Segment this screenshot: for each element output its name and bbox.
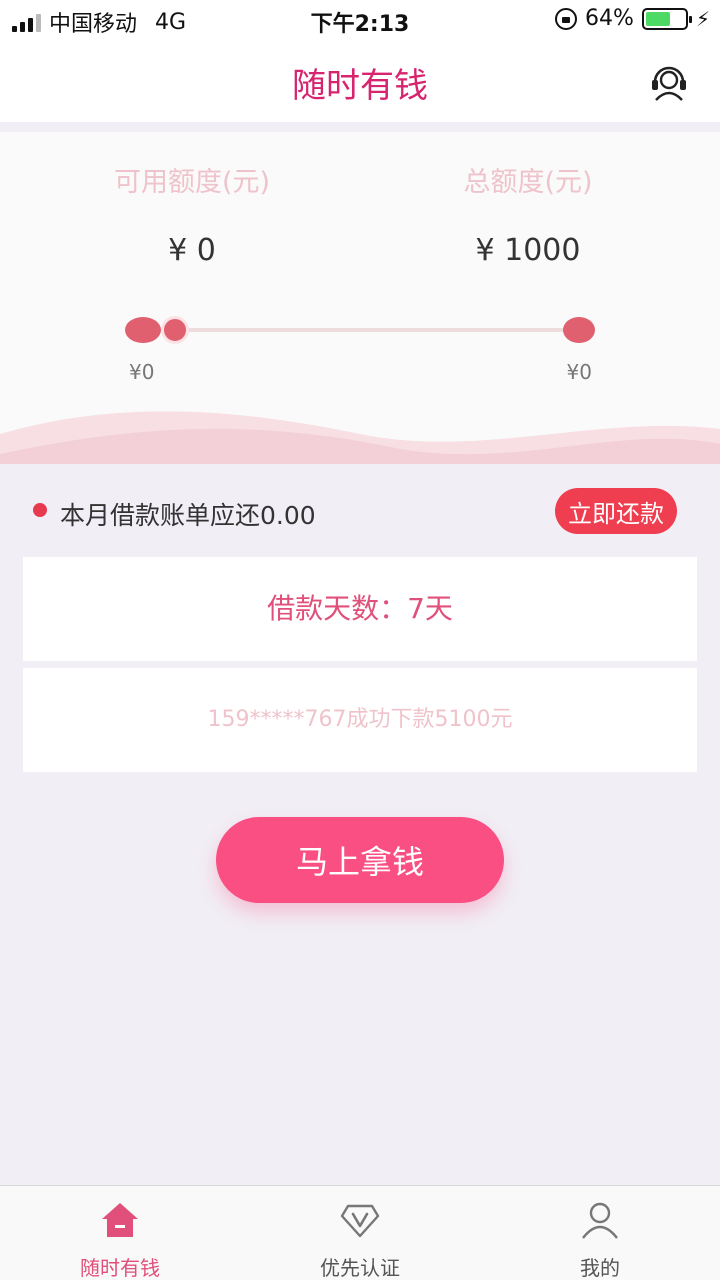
charging-icon: ⚡ [695,6,710,31]
home-icon [102,1203,138,1237]
slider-max-marker [563,317,595,343]
app-header: 随时有钱 [0,40,720,122]
tab-bar: 随时有钱 优先认证 我的 [0,1185,720,1280]
slider-max-label: ¥0 [566,360,592,384]
quota-card: 可用额度(元) ¥ 0 总额度(元) ¥ 1000 ¥0 ¥0 [0,132,720,464]
tab-home[interactable]: 随时有钱 [0,1186,240,1280]
tab-mine[interactable]: 我的 [480,1186,720,1280]
page-title: 随时有钱 [292,66,428,106]
customer-service-icon[interactable] [648,60,690,102]
loan-success-notice: 159*****767成功下款5100元 [23,668,697,772]
repay-now-button[interactable]: 立即还款 [555,488,677,534]
quota-slider[interactable] [125,316,595,346]
rotation-lock-icon [555,7,578,30]
total-quota-label: 总额度(元) [463,167,593,198]
tab-home-label: 随时有钱 [80,1256,160,1280]
bill-dot-icon [33,503,47,517]
total-quota-value: ¥ 1000 [475,233,581,268]
total-quota: 总额度(元) ¥ 1000 [378,160,678,268]
available-quota: 可用额度(元) ¥ 0 [42,160,342,268]
tab-verification-label: 优先认证 [320,1256,400,1280]
tab-mine-label: 我的 [580,1256,620,1280]
status-bar: 中国移动 4G 下午2:13 64% ⚡ [0,0,720,40]
get-money-button[interactable]: 马上拿钱 [216,817,504,903]
available-quota-value: ¥ 0 [168,233,216,268]
battery-percent: 64% [585,6,634,31]
decorative-waves [0,411,720,464]
battery-icon [641,7,692,30]
bill-text: 本月借款账单应还0.00 [60,501,316,530]
slider-track [165,328,575,332]
tab-verification[interactable]: 优先认证 [240,1186,480,1280]
user-icon [582,1202,618,1239]
available-quota-label: 可用额度(元) [113,167,271,198]
slider-thumb[interactable] [161,316,189,344]
monthly-bill-row: 本月借款账单应还0.00 立即还款 [0,486,720,536]
diamond-v-icon [340,1204,380,1238]
slider-min-label: ¥0 [129,360,155,384]
slider-min-marker [125,317,161,343]
loan-days-card[interactable]: 借款天数：7天 [23,557,697,661]
status-right: 64% ⚡ [555,6,710,31]
battery-level [645,11,671,26]
